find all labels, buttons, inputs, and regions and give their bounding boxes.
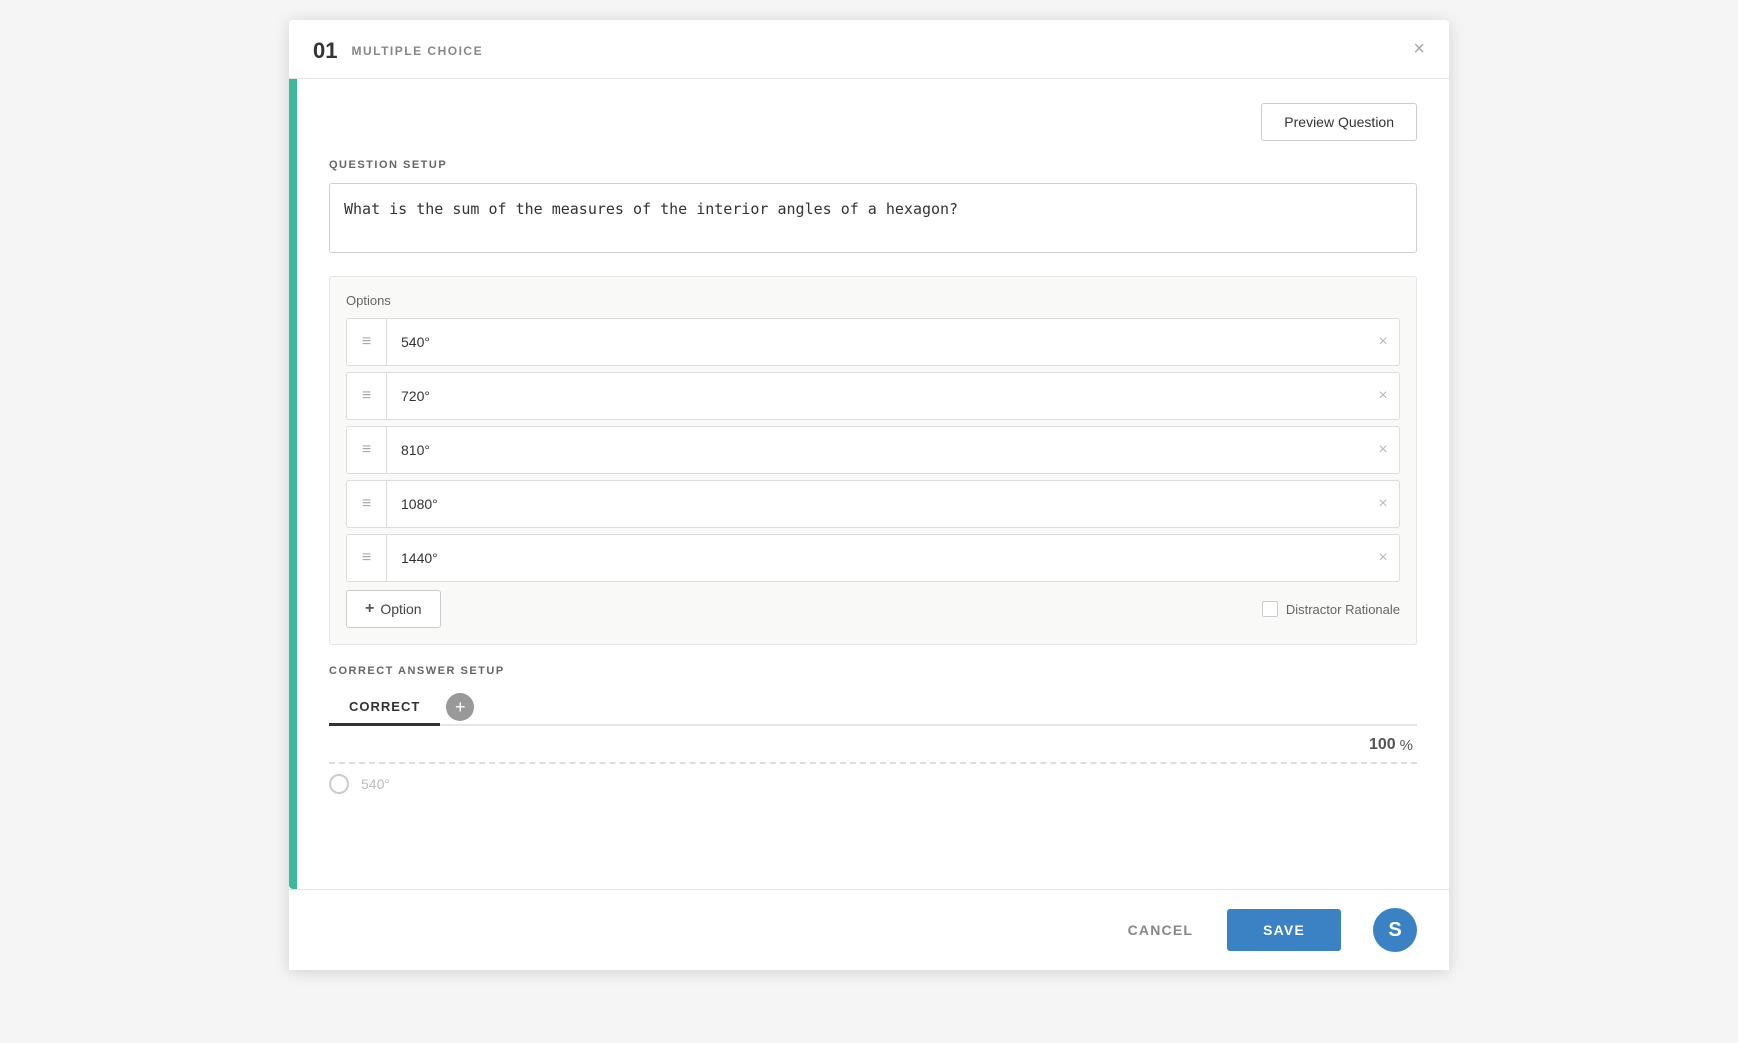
percent-row: 100 % — [329, 726, 1417, 758]
option-text-input[interactable] — [387, 430, 1367, 470]
option-text-input[interactable] — [387, 538, 1367, 578]
options-list: ≡×≡×≡×≡×≡× — [346, 318, 1400, 582]
distractor-checkbox[interactable] — [1262, 601, 1278, 617]
percent-value: 100 — [1369, 736, 1396, 754]
option-row: ≡× — [346, 480, 1400, 528]
preview-btn-row: Preview Question — [329, 103, 1417, 141]
options-section: Options ≡×≡×≡×≡×≡× + Option Distractor R… — [329, 276, 1417, 645]
question-text-input[interactable]: What is the sum of the measures of the i… — [329, 183, 1417, 253]
tab-add-button[interactable]: + — [446, 693, 474, 721]
content-area: Preview Question QUESTION SETUP What is … — [297, 79, 1449, 889]
drag-handle-icon[interactable]: ≡ — [347, 373, 387, 419]
save-button[interactable]: SAVE — [1227, 909, 1341, 951]
tab-correct[interactable]: CORRECT — [329, 689, 440, 724]
percent-symbol: % — [1400, 737, 1413, 754]
close-button[interactable]: × — [1413, 39, 1425, 59]
drag-handle-icon[interactable]: ≡ — [347, 427, 387, 473]
drag-handle-icon[interactable]: ≡ — [347, 535, 387, 581]
option-text-input[interactable] — [387, 376, 1367, 416]
accent-bar — [289, 79, 297, 889]
distractor-row: Distractor Rationale — [1262, 601, 1400, 617]
preview-question-button[interactable]: Preview Question — [1261, 103, 1417, 141]
options-label: Options — [346, 293, 1400, 308]
option-remove-button[interactable]: × — [1367, 427, 1399, 473]
option-value-partial: 540° — [361, 776, 390, 792]
option-row: ≡× — [346, 426, 1400, 474]
distractor-label: Distractor Rationale — [1286, 602, 1400, 617]
option-text-input[interactable] — [387, 322, 1367, 362]
modal-footer: CANCEL SAVE S — [289, 889, 1449, 970]
option-row: ≡× — [346, 534, 1400, 582]
drag-handle-icon[interactable]: ≡ — [347, 319, 387, 365]
avatar: S — [1373, 908, 1417, 952]
partially-visible-option: 540° — [329, 764, 1417, 804]
question-type: MULTIPLE CHOICE — [351, 44, 483, 58]
plus-icon: + — [365, 600, 374, 618]
option-row: ≡× — [346, 318, 1400, 366]
question-setup-label: QUESTION SETUP — [329, 159, 1417, 171]
option-remove-button[interactable]: × — [1367, 373, 1399, 419]
cancel-button[interactable]: CANCEL — [1110, 912, 1212, 948]
add-option-button[interactable]: + Option — [346, 590, 441, 628]
option-row: ≡× — [346, 372, 1400, 420]
modal-header: 01 MULTIPLE CHOICE × — [289, 20, 1449, 79]
drag-handle-icon[interactable]: ≡ — [347, 481, 387, 527]
option-text-input[interactable] — [387, 484, 1367, 524]
option-remove-button[interactable]: × — [1367, 481, 1399, 527]
tabs-row: CORRECT + — [329, 689, 1417, 726]
option-remove-button[interactable]: × — [1367, 535, 1399, 581]
option-remove-button[interactable]: × — [1367, 319, 1399, 365]
correct-answer-section: CORRECT ANSWER SETUP CORRECT + 100 % 540… — [329, 665, 1417, 804]
correct-answer-label: CORRECT ANSWER SETUP — [329, 665, 1417, 677]
options-footer: + Option Distractor Rationale — [346, 590, 1400, 628]
add-option-label: Option — [380, 601, 421, 617]
question-number: 01 — [313, 38, 337, 64]
radio-input[interactable] — [329, 774, 349, 794]
